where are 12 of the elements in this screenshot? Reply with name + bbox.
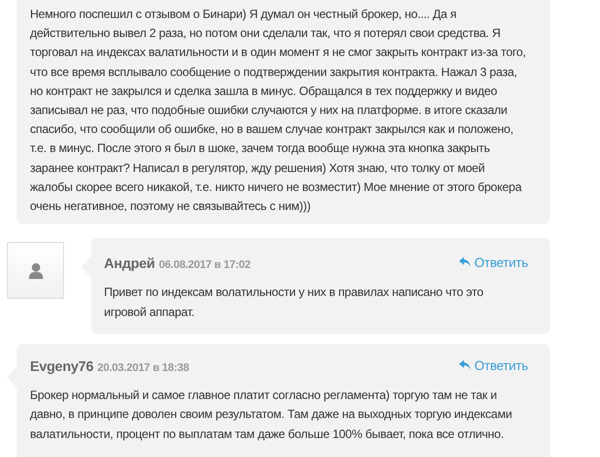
comment-text: Немного поспешил с отзывом о Бинари) Я думал он честный брокер, но.... Да я действительно вывел 2 раза, но потом они сделали так, что я потерял свои средства. Я торговал на индексах валатильности и в один момент я не смог закрыть контракт из-за того, что все время всплывало сообщение о подтверждении закрытия контракта. Нажал 3 раза, но контракт не закрылся и сделка зашла в минус. Обращался в тех поддержку и видео записывал не раз, что подобные ошибки случаются у них на платформе. в итоге сказали спасибо, что сообщили об ошибке, но в вашем случае контракт закрылся как и положено, т.е. в минус. После этого я был в шоке, зачем тогда вообще нужна эта кнопка закрыть заранее контракт? Написал в регулятор, жду решения) Хотя знаю, что толку от моей жалобы скорее всего никакой, т.е. никто ничего не возместит) Мое мнение от этого брокера очень негативное, поэтому не связывайтесь с ним))) xyxy=(30,6,527,216)
author-name: Evgeny76 xyxy=(30,358,94,374)
author-name: Андрей xyxy=(104,255,155,272)
comment-date: 06.08.2017 в 17:02 xyxy=(158,259,250,272)
reply-link[interactable]: Ответить xyxy=(459,356,528,376)
comment-date: 20.03.2017 в 18:38 xyxy=(97,362,189,374)
reply-icon xyxy=(459,257,472,268)
comment-text: Привет по индексам волатильности у них в правилах написано что это игровой аппарат. xyxy=(104,284,484,321)
reply-link[interactable]: Ответить xyxy=(459,253,528,273)
user-icon xyxy=(28,262,42,279)
comment-text: Брокер нормальный и самое главное платит согласно регламента) торгую там не так и давно, в принципе доволен своим результатом. Там даже на выходных торгую индексами валатильности, процент по выплатам там даже больше 100% бывает, пока все отлично. xyxy=(30,387,513,443)
reply-icon xyxy=(459,360,472,372)
